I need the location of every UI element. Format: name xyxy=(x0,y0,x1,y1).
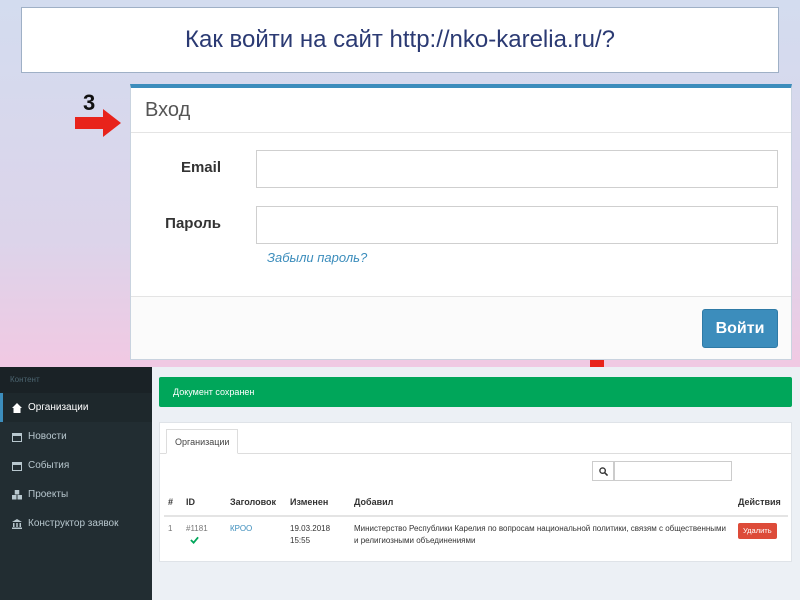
delete-button[interactable]: Удалить xyxy=(738,523,777,539)
password-label: Пароль xyxy=(165,215,221,232)
table-row: 1 #1181 КРОО 19.03.2018 15:55 Министерст… xyxy=(164,515,788,553)
search-input[interactable] xyxy=(614,461,732,481)
row-title-link[interactable]: КРОО xyxy=(226,515,286,553)
success-alert: Документ сохранен xyxy=(159,377,792,407)
row-id: #1181 xyxy=(186,524,208,533)
calendar-icon xyxy=(12,461,22,471)
row-number: 1 xyxy=(164,515,182,553)
arrow-right-icon xyxy=(75,109,121,137)
login-form: Вход Email Пароль Забыли пароль? Войти xyxy=(130,84,792,360)
organizations-table: # ID Заголовок Изменен Добавил Действия … xyxy=(164,489,788,553)
sidebar: Контент Организации Новости События Прое… xyxy=(0,367,152,600)
calendar-icon xyxy=(12,432,22,442)
sidebar-header: Контент xyxy=(0,367,152,393)
password-row: Пароль xyxy=(131,206,791,244)
column-header-id[interactable]: ID xyxy=(182,489,226,517)
row-id-cell: #1181 xyxy=(182,515,226,553)
email-row: Email xyxy=(131,150,791,188)
sidebar-item-label: События xyxy=(28,460,70,471)
tab-bar: Организации xyxy=(160,423,791,454)
bank-icon xyxy=(12,518,22,529)
sidebar-item-label: Новости xyxy=(28,431,67,442)
column-header-actions: Действия xyxy=(734,489,788,517)
tab-organizations[interactable]: Организации xyxy=(166,429,239,454)
sidebar-item-label: Организации xyxy=(28,402,89,413)
column-header-modified[interactable]: Изменен xyxy=(286,489,350,517)
login-button[interactable]: Войти xyxy=(702,309,778,348)
organizations-panel: Организации # ID Заголовок Изменен Добав… xyxy=(159,422,792,562)
slide-title-text: Как войти на сайт http://nko-karelia.ru/… xyxy=(185,26,615,53)
search-button[interactable] xyxy=(592,461,614,481)
column-header-added-by[interactable]: Добавил xyxy=(350,489,734,517)
sidebar-item-form-builder[interactable]: Конструктор заявок xyxy=(0,509,152,538)
row-added-by: Министерство Республики Карелия по вопро… xyxy=(350,515,734,553)
login-heading: Вход xyxy=(131,88,791,133)
email-field[interactable] xyxy=(256,150,778,188)
forgot-password-link[interactable]: Забыли пароль? xyxy=(267,250,367,265)
email-label: Email xyxy=(180,159,221,176)
row-actions: Удалить xyxy=(734,515,788,553)
sidebar-item-events[interactable]: События xyxy=(0,451,152,480)
column-header-title[interactable]: Заголовок xyxy=(226,489,286,517)
sidebar-item-label: Проекты xyxy=(28,489,69,500)
sidebar-item-news[interactable]: Новости xyxy=(0,422,152,451)
admin-panel: Контент Организации Новости События Прое… xyxy=(0,367,800,600)
search-icon xyxy=(598,466,608,476)
table-header-row: # ID Заголовок Изменен Добавил Действия xyxy=(164,489,788,517)
password-field[interactable] xyxy=(256,206,778,244)
check-icon xyxy=(190,536,199,545)
column-header-num[interactable]: # xyxy=(164,489,182,517)
sidebar-item-label: Конструктор заявок xyxy=(28,518,119,529)
sidebar-item-organizations[interactable]: Организации xyxy=(0,393,152,422)
login-footer: Войти xyxy=(131,296,791,359)
home-icon xyxy=(12,402,22,413)
slide-title: Как войти на сайт http://nko-karelia.ru/… xyxy=(21,7,779,73)
row-modified: 19.03.2018 15:55 xyxy=(286,515,350,553)
cubes-icon xyxy=(12,489,22,499)
sidebar-item-projects[interactable]: Проекты xyxy=(0,480,152,509)
